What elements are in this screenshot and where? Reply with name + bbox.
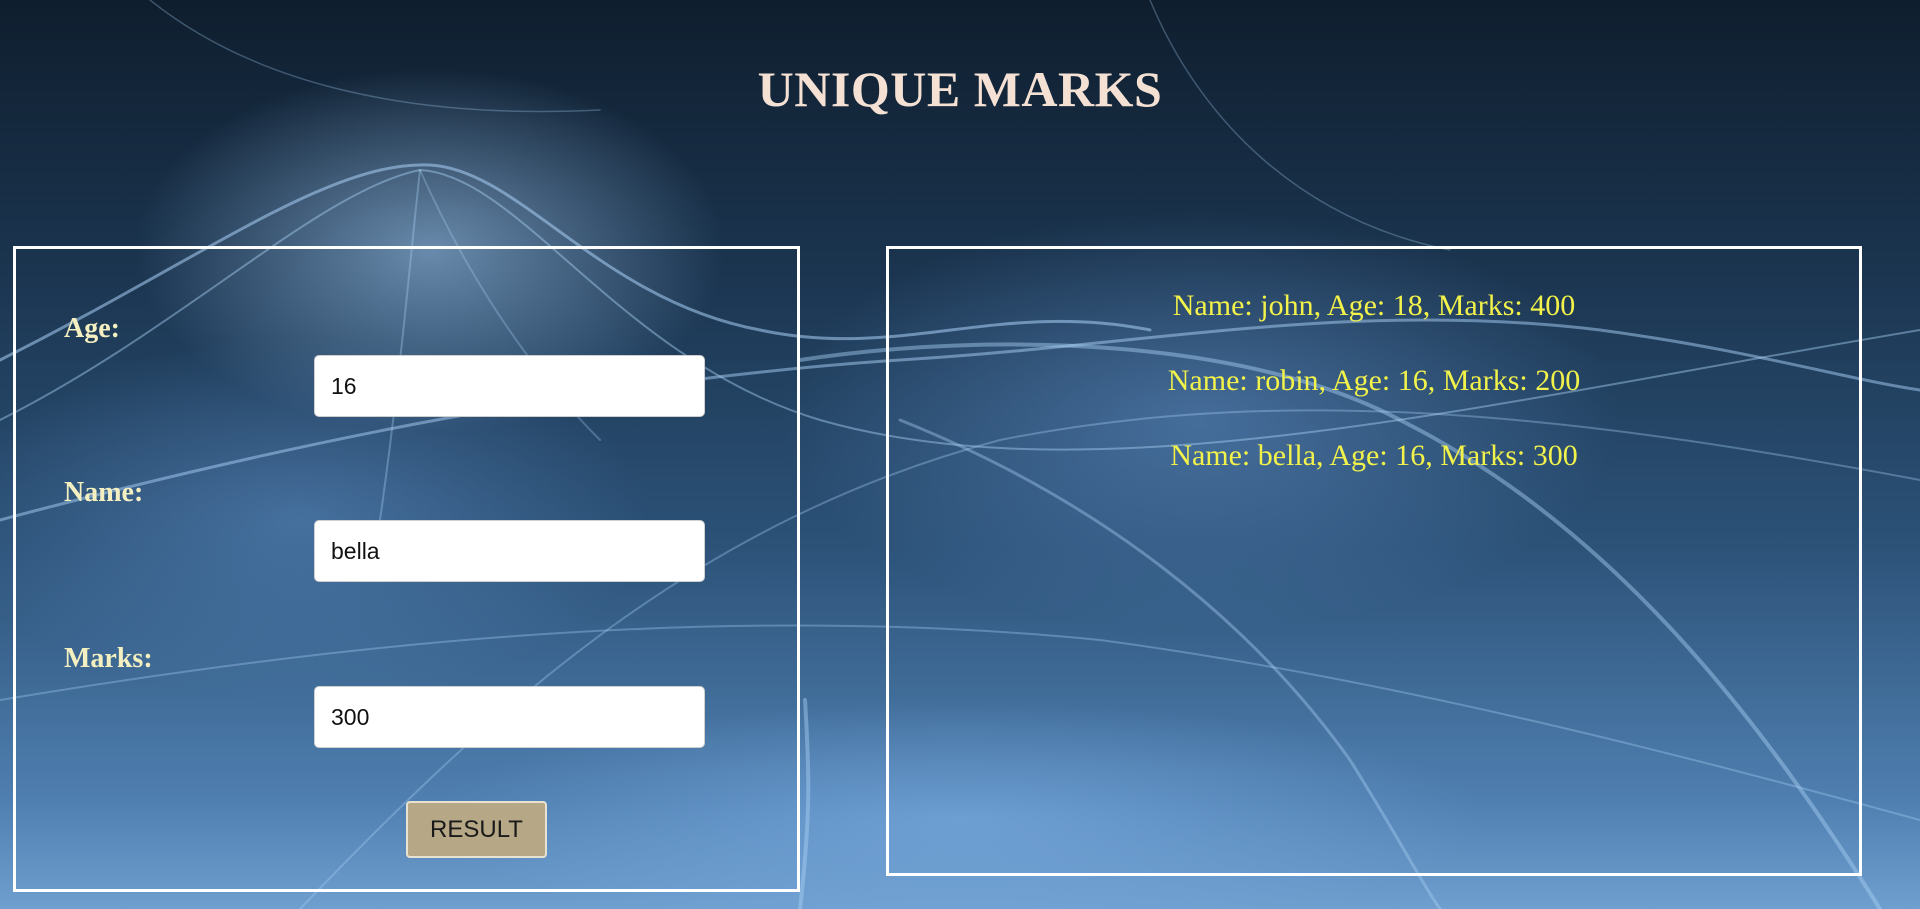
result-entry: Name: john, Age: 18, Marks: 400 — [1172, 289, 1576, 322]
entry-form-panel: Age: Name: Marks: RESULT — [13, 246, 800, 892]
name-input[interactable] — [314, 520, 705, 582]
age-input[interactable] — [314, 355, 705, 417]
result-entry: Name: bella, Age: 16, Marks: 300 — [1170, 439, 1578, 472]
age-label: Age: — [64, 313, 120, 344]
results-panel: Name: john, Age: 18, Marks: 400 Name: ro… — [886, 246, 1862, 876]
marks-input[interactable] — [314, 686, 705, 748]
marks-label: Marks: — [64, 643, 153, 674]
result-entry: Name: robin, Age: 16, Marks: 200 — [1167, 364, 1581, 397]
name-label: Name: — [64, 477, 144, 508]
result-button[interactable]: RESULT — [406, 801, 547, 858]
page-title: UNIQUE MARKS — [757, 61, 1163, 117]
